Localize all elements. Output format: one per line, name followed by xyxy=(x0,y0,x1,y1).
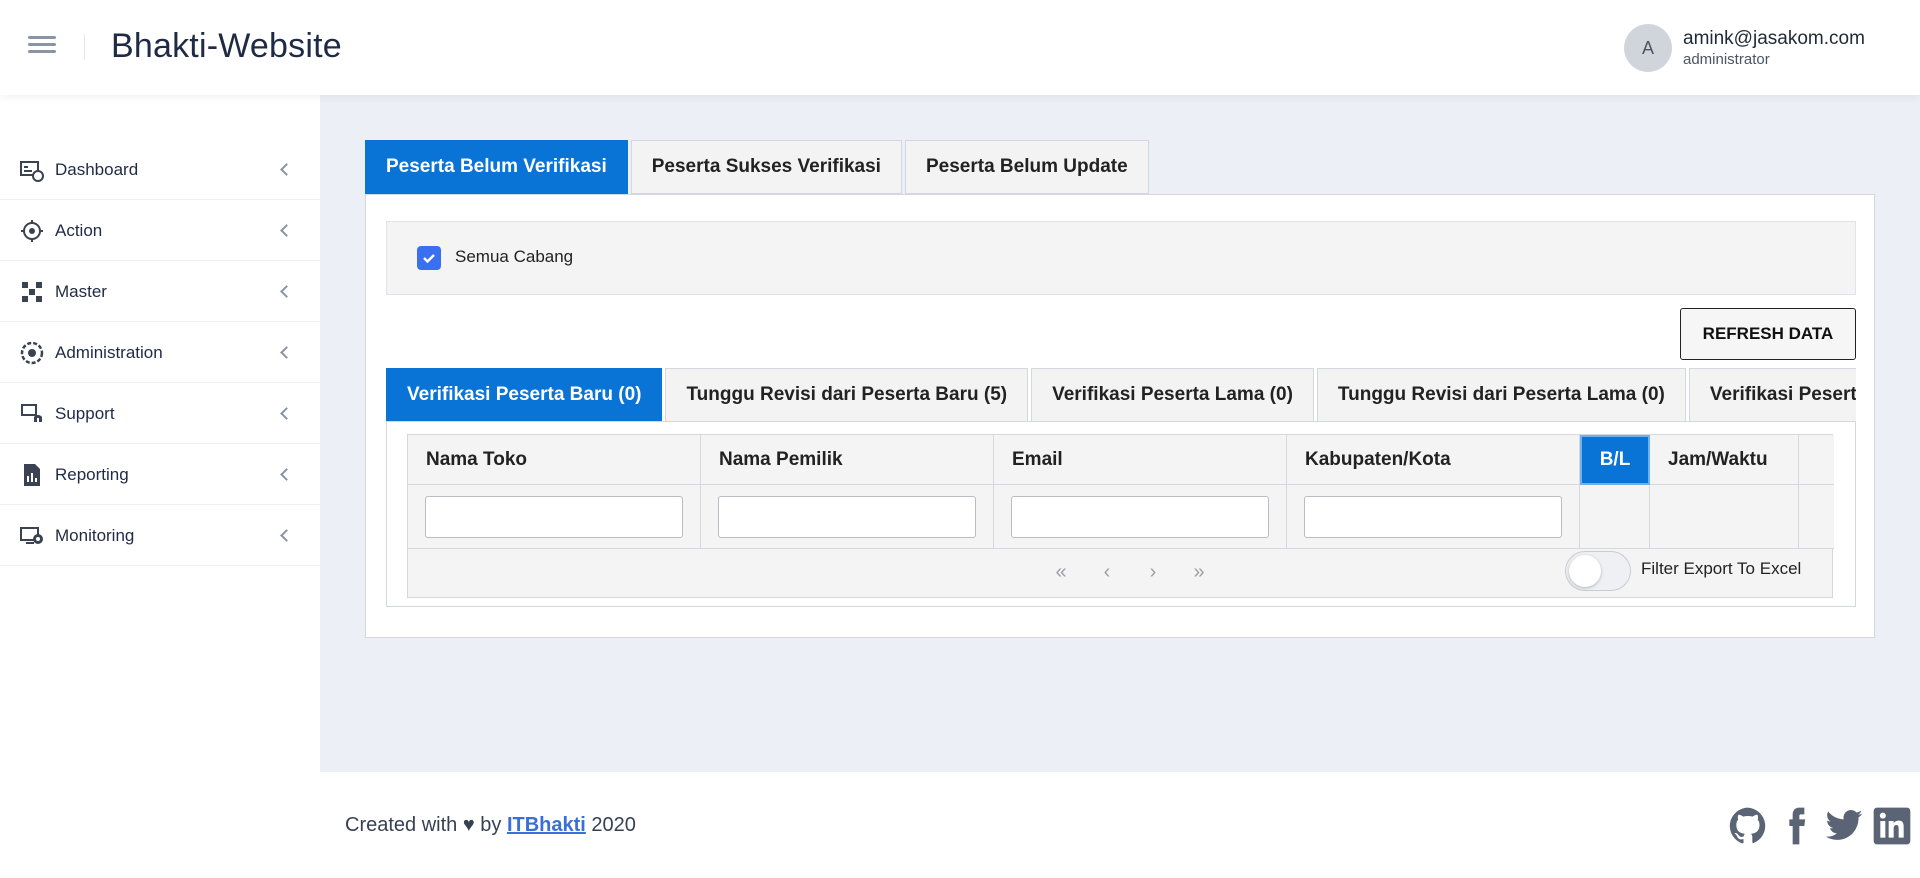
column-header-jam-waktu[interactable]: Jam/Waktu xyxy=(1650,435,1799,485)
credit-prefix: Created with ♥ by xyxy=(345,814,507,836)
refresh-data-button[interactable]: REFRESH DATA xyxy=(1680,308,1856,360)
support-icon xyxy=(21,403,42,422)
inner-tabs: Verifikasi Peserta Baru (0) Tunggu Revis… xyxy=(386,368,1856,422)
sidebar-item-monitoring[interactable]: Monitoring xyxy=(0,506,320,566)
chevron-left-icon xyxy=(280,407,293,420)
column-header-kabupaten-kota[interactable]: Kabupaten/Kota xyxy=(1287,435,1580,485)
sidebar-item-reporting[interactable]: Reporting xyxy=(0,445,320,505)
grid-footer: « ‹ › » Filter Export To Excel xyxy=(408,549,1832,597)
toggle-knob xyxy=(1569,555,1601,587)
tab-verifikasi-peserta-baru[interactable]: Verifikasi Peserta Baru (0) xyxy=(386,368,663,422)
next-page-button[interactable]: › xyxy=(1130,561,1176,584)
all-branches-label: Semua Cabang xyxy=(455,247,574,266)
master-icon xyxy=(22,281,42,302)
social-links xyxy=(1720,806,1912,846)
branch-filter-box: Semua Cabang xyxy=(386,221,1856,295)
inner-tab-panel: Nama Toko Nama Pemilik Email Kabupaten/K… xyxy=(386,421,1856,607)
tab-panel: Semua Cabang REFRESH DATA Verifikasi Pes… xyxy=(365,194,1875,638)
page-footer: Created with ♥ by ITBhakti 2020 xyxy=(320,772,1920,878)
chevron-left-icon xyxy=(280,529,293,542)
sidebar-item-label: Support xyxy=(55,403,115,423)
user-email: amink@jasakom.com xyxy=(1683,28,1865,49)
action-icon xyxy=(21,219,43,242)
github-icon[interactable] xyxy=(1728,806,1768,846)
column-header-nama-toko[interactable]: Nama Toko xyxy=(408,435,701,485)
sidebar: Dashboard Action Master Administration S… xyxy=(0,95,320,878)
header-divider xyxy=(84,34,85,60)
filter-input-email[interactable] xyxy=(1011,496,1269,538)
column-header-email[interactable]: Email xyxy=(994,435,1287,485)
reporting-icon xyxy=(24,463,40,486)
filter-input-nama-pemilik[interactable] xyxy=(718,496,976,538)
filter-cell-bl xyxy=(1580,485,1650,549)
chevron-left-icon xyxy=(280,346,293,359)
sidebar-item-dashboard[interactable]: Dashboard xyxy=(0,140,320,200)
export-excel-label: Filter Export To Excel xyxy=(1641,559,1802,578)
main-tabs: Peserta Belum Verifikasi Peserta Sukses … xyxy=(365,140,1152,194)
credit-text: Created with ♥ by ITBhakti 2020 xyxy=(345,814,636,837)
last-page-button[interactable]: » xyxy=(1176,561,1222,584)
chevron-left-icon xyxy=(280,224,293,237)
filter-cell-email xyxy=(994,485,1287,549)
tab-verifikasi-peserta-other[interactable]: Verifikasi Peserta xyxy=(1688,368,1856,422)
filter-cell-kabupaten-kota xyxy=(1287,485,1580,549)
filter-cell-nama-toko xyxy=(408,485,701,549)
hamburger-menu-icon[interactable] xyxy=(28,36,56,58)
itbhakti-link[interactable]: ITBhakti xyxy=(507,814,586,836)
tab-tunggu-revisi-peserta-lama[interactable]: Tunggu Revisi dari Peserta Lama (0) xyxy=(1316,368,1686,422)
all-branches-checkbox[interactable] xyxy=(417,246,441,270)
sidebar-item-master[interactable]: Master xyxy=(0,262,320,322)
sidebar-item-administration[interactable]: Administration xyxy=(0,323,320,383)
filter-input-nama-toko[interactable] xyxy=(425,496,683,538)
sidebar-item-label: Action xyxy=(55,220,103,240)
filter-cell-jam-waktu xyxy=(1650,485,1799,549)
sidebar-item-label: Reporting xyxy=(55,464,129,484)
prev-page-button[interactable]: ‹ xyxy=(1084,561,1130,584)
sidebar-item-label: Master xyxy=(55,281,107,301)
data-grid: Nama Toko Nama Pemilik Email Kabupaten/K… xyxy=(407,434,1834,598)
twitter-icon[interactable] xyxy=(1824,806,1864,846)
user-role: administrator xyxy=(1683,51,1770,68)
filter-input-kabupaten-kota[interactable] xyxy=(1304,496,1562,538)
facebook-icon[interactable] xyxy=(1776,806,1816,846)
column-header-nama-pemilik[interactable]: Nama Pemilik xyxy=(701,435,994,485)
tab-peserta-sukses-verifikasi[interactable]: Peserta Sukses Verifikasi xyxy=(630,140,902,194)
tab-peserta-belum-verifikasi[interactable]: Peserta Belum Verifikasi xyxy=(365,140,628,194)
sidebar-item-support[interactable]: Support xyxy=(0,384,320,444)
top-header: Bhakti-Website A amink@jasakom.com admin… xyxy=(0,0,1920,95)
sidebar-item-label: Monitoring xyxy=(55,525,135,545)
column-header-extra xyxy=(1799,435,1834,485)
credit-suffix: 2020 xyxy=(585,814,636,836)
column-header-bl[interactable]: B/L xyxy=(1580,435,1650,485)
export-excel-toggle[interactable] xyxy=(1565,551,1631,591)
check-icon xyxy=(423,254,435,264)
monitoring-icon xyxy=(20,526,43,544)
filter-cell-extra xyxy=(1799,485,1834,549)
tab-verifikasi-peserta-lama[interactable]: Verifikasi Peserta Lama (0) xyxy=(1031,368,1314,422)
tab-peserta-belum-update[interactable]: Peserta Belum Update xyxy=(904,140,1149,194)
chevron-left-icon xyxy=(280,285,293,298)
sidebar-item-label: Dashboard xyxy=(55,159,139,179)
user-profile[interactable]: A amink@jasakom.com administrator xyxy=(1624,24,1865,72)
linkedin-icon[interactable] xyxy=(1872,806,1912,846)
chevron-left-icon xyxy=(280,468,293,481)
sidebar-item-label: Administration xyxy=(55,342,163,362)
chevron-left-icon xyxy=(280,163,293,176)
sidebar-item-action[interactable]: Action xyxy=(0,201,320,261)
app-title: Bhakti-Website xyxy=(111,27,342,65)
filter-cell-nama-pemilik xyxy=(701,485,994,549)
pager: « ‹ › » xyxy=(1038,561,1222,584)
administration-icon xyxy=(20,341,44,364)
dashboard-icon xyxy=(20,160,44,182)
avatar[interactable]: A xyxy=(1624,24,1672,72)
tab-tunggu-revisi-peserta-baru[interactable]: Tunggu Revisi dari Peserta Baru (5) xyxy=(665,368,1029,422)
first-page-button[interactable]: « xyxy=(1038,561,1084,584)
